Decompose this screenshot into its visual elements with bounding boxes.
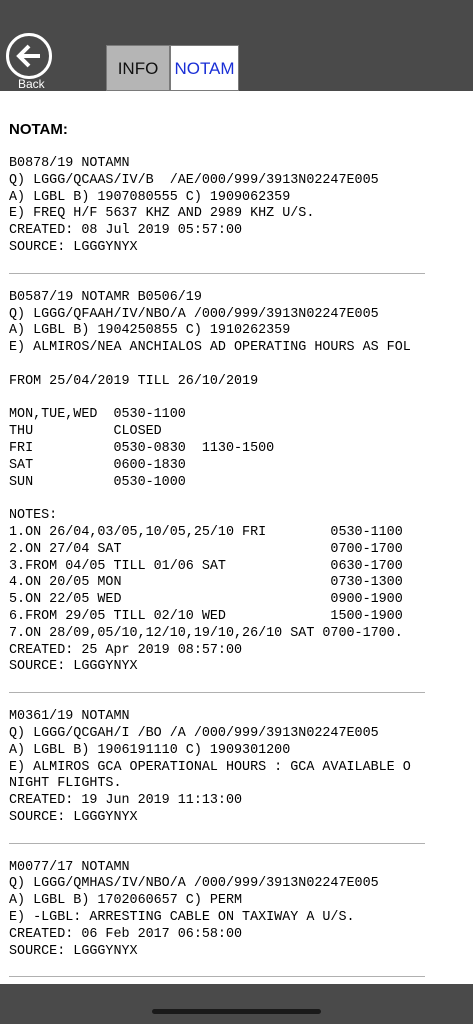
notam-entry: B0878/19 NOTAMN Q) LGGG/QCAAS/IV/B /AE/0… bbox=[9, 156, 473, 257]
back-button[interactable]: Back bbox=[6, 33, 54, 93]
notam-text: B0587/19 NOTAMR B0506/19 Q) LGGG/QFAAH/I… bbox=[9, 289, 411, 675]
notam-entry: M0361/19 NOTAMN Q) LGGG/QCGAH/I /BO /A /… bbox=[9, 709, 473, 827]
notam-text: M0361/19 NOTAMN Q) LGGG/QCGAH/I /BO /A /… bbox=[9, 709, 411, 825]
notam-list: B0878/19 NOTAMN Q) LGGG/QCAAS/IV/B /AE/0… bbox=[9, 156, 473, 984]
tab-notam[interactable]: NOTAM bbox=[170, 45, 239, 91]
tab-info[interactable]: INFO bbox=[106, 45, 170, 91]
notam-entry: M0077/17 NOTAMN Q) LGGG/QMHAS/IV/NBO/A /… bbox=[9, 860, 473, 961]
divider bbox=[9, 842, 425, 844]
notam-entry: B0587/19 NOTAMR B0506/19 Q) LGGG/QFAAH/I… bbox=[9, 290, 473, 676]
back-label: Back bbox=[18, 77, 45, 91]
bottom-bar bbox=[0, 984, 473, 1024]
notam-text: B0878/19 NOTAMN Q) LGGG/QCAAS/IV/B /AE/0… bbox=[9, 156, 379, 255]
top-bar: Back INFO NOTAM bbox=[0, 0, 473, 91]
notam-content[interactable]: NOTAM: B0878/19 NOTAMN Q) LGGG/QCAAS/IV/… bbox=[0, 91, 473, 984]
notam-heading: NOTAM: bbox=[9, 121, 68, 138]
divider bbox=[9, 272, 425, 274]
notam-text: M0077/17 NOTAMN Q) LGGG/QMHAS/IV/NBO/A /… bbox=[9, 859, 379, 959]
back-arrow-icon bbox=[6, 33, 52, 79]
divider bbox=[9, 976, 425, 978]
divider bbox=[9, 692, 425, 694]
home-indicator[interactable] bbox=[152, 1009, 321, 1014]
